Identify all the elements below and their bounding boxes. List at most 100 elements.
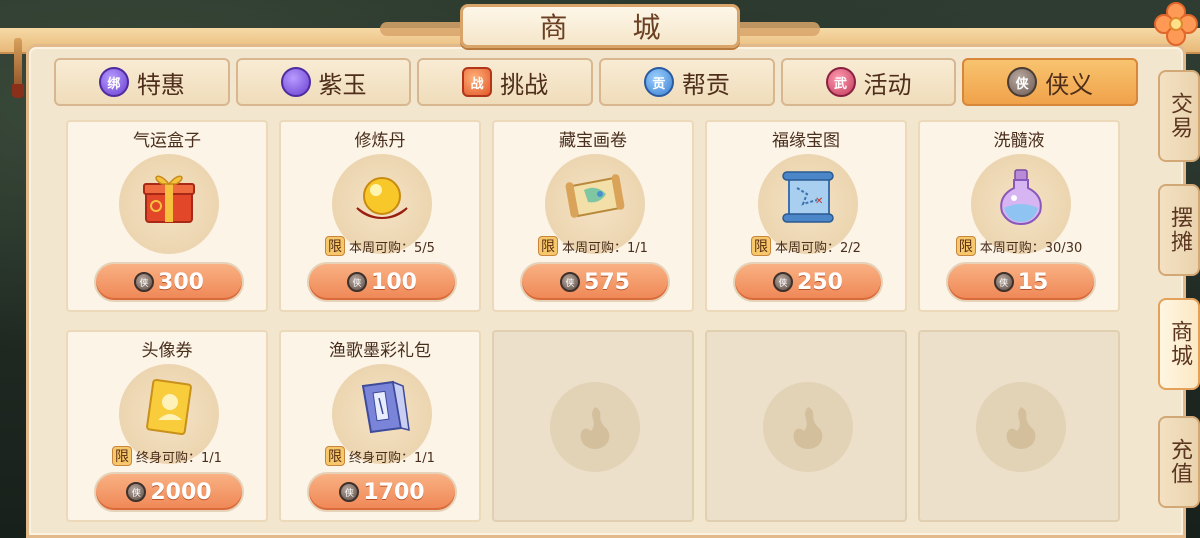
avatar-ticket-icon	[146, 378, 192, 436]
empty-slot-emblem	[976, 382, 1066, 472]
tassel-decoration	[12, 38, 24, 98]
item-name: 气运盒子	[133, 131, 201, 151]
chivalry-coin-icon: 侠	[134, 272, 155, 292]
purchase-limit: 限 本周可购：5/5	[281, 236, 479, 256]
purchase-limit: 限 本周可购：30/30	[920, 236, 1118, 256]
purple-orb-icon: 绑	[98, 67, 129, 97]
item-name: 头像券	[141, 341, 193, 361]
side-tab-recharge[interactable]: 充值	[1158, 416, 1200, 508]
purchase-limit: 限 终身可购：1/1	[281, 446, 479, 466]
side-nav: 交易 摆摊 商城 充值	[1158, 70, 1200, 538]
tab-label: 帮贡	[681, 70, 730, 99]
chivalry-coin-icon: 侠	[347, 272, 368, 292]
page-title: 商 城	[539, 11, 689, 44]
item-name: 修炼丹	[354, 131, 406, 151]
buy-button[interactable]: 侠 300	[94, 262, 244, 302]
tab-label: 挑战	[500, 70, 549, 99]
tab-huodong[interactable]: 武 活动	[780, 58, 957, 106]
limit-text: 本周可购：5/5	[349, 240, 435, 256]
shop-item-card[interactable]: 藏宝画卷 限 本周可购：1/1 侠 575	[492, 120, 694, 312]
item-name: 渔歌墨彩礼包	[329, 341, 431, 361]
buy-button[interactable]: 侠 2000	[94, 472, 244, 512]
item-name: 藏宝画卷	[559, 131, 627, 151]
tab-label: 活动	[863, 70, 912, 99]
item-name: 福缘宝图	[772, 131, 840, 151]
item-grid: 气运盒子 侠 300 修炼丹 限 本周可购：5/5 侠 100 藏宝画卷 限 本…	[64, 120, 1120, 524]
buy-button[interactable]: 侠 250	[733, 262, 883, 302]
empty-slot	[492, 330, 694, 522]
item-price: 300	[158, 269, 204, 295]
chivalry-coin-icon: 侠	[1007, 67, 1038, 97]
guild-shield-icon: 贡	[643, 67, 674, 97]
side-tab-shop[interactable]: 商城	[1158, 298, 1200, 390]
blue-map-icon: ✕	[782, 171, 834, 223]
shop-item-card[interactable]: 渔歌墨彩礼包 限 终身可购：1/1 侠 1700	[279, 330, 481, 522]
limit-badge: 限	[751, 236, 772, 256]
limit-badge: 限	[112, 446, 133, 466]
tab-xiayi[interactable]: 侠 侠义	[962, 58, 1139, 106]
chivalry-coin-icon: 侠	[339, 482, 360, 502]
cloud-ornament-right	[730, 22, 820, 36]
shop-item-card[interactable]: 福缘宝图 ✕ 限 本周可购：2/2 侠 250	[705, 120, 907, 312]
shop-item-card[interactable]: 洗髓液 限 本周可购：30/30 侠 15	[918, 120, 1120, 312]
side-tab-stall[interactable]: 摆摊	[1158, 184, 1200, 276]
purchase-limit: 限 本周可购：2/2	[707, 236, 905, 256]
close-button[interactable]	[1154, 2, 1198, 46]
chivalry-coin-icon: 侠	[560, 272, 581, 292]
flower-center	[1169, 17, 1183, 31]
limit-text: 终身可购：1/1	[349, 450, 435, 466]
category-tabs: 绑 特惠 紫玉 战 挑战 贡 帮贡 武 活动 侠 侠义	[54, 58, 1139, 106]
flame-emblem-icon	[580, 407, 610, 449]
tab-tehui[interactable]: 绑 特惠	[54, 58, 230, 106]
potion-bottle-icon	[1000, 169, 1042, 226]
item-name: 洗髓液	[993, 131, 1045, 151]
empty-slot-emblem	[550, 382, 640, 472]
buy-button[interactable]: 侠 100	[307, 262, 457, 302]
item-price: 100	[371, 269, 417, 295]
flame-emblem-icon	[1006, 407, 1036, 449]
buy-button[interactable]: 侠 15	[946, 262, 1096, 302]
chivalry-coin-icon: 侠	[126, 482, 147, 502]
buy-button[interactable]: 侠 1700	[307, 472, 457, 512]
item-price: 1700	[363, 479, 425, 505]
gift-box-icon	[143, 175, 195, 223]
shop-item-card[interactable]: 气运盒子 侠 300	[66, 120, 268, 312]
golden-pill-icon	[356, 177, 408, 220]
tab-tiaozhan[interactable]: 战 挑战	[417, 58, 594, 106]
title-plate: 商 城	[460, 4, 740, 48]
tab-label: 侠义	[1045, 70, 1094, 99]
chivalry-coin-icon: 侠	[773, 272, 794, 292]
empty-slot-emblem	[763, 382, 853, 472]
flame-emblem-icon	[793, 407, 823, 449]
limit-text: 本周可购：1/1	[562, 240, 648, 256]
purple-orb-icon	[280, 67, 311, 97]
shop-item-card[interactable]: 修炼丹 限 本周可购：5/5 侠 100	[279, 120, 481, 312]
cloud-ornament-left	[380, 22, 470, 36]
book-pack-icon	[361, 380, 410, 434]
purchase-limit: 限 终身可购：1/1	[68, 446, 266, 466]
buy-button[interactable]: 侠 575	[520, 262, 670, 302]
limit-badge: 限	[325, 446, 346, 466]
empty-slot	[918, 330, 1120, 522]
side-tab-trade[interactable]: 交易	[1158, 70, 1200, 162]
limit-badge: 限	[538, 236, 559, 256]
limit-text: 终身可购：1/1	[136, 450, 222, 466]
limit-badge: 限	[955, 236, 976, 256]
tab-label: 紫玉	[318, 70, 367, 99]
chivalry-coin-icon: 侠	[993, 272, 1014, 292]
challenge-badge-icon: 战	[462, 67, 493, 97]
purchase-limit: 限 本周可购：1/1	[494, 236, 692, 256]
shop-item-card[interactable]: 头像券 限 终身可购：1/1 侠 2000	[66, 330, 268, 522]
event-badge-icon: 武	[825, 67, 856, 97]
item-price: 15	[1017, 269, 1049, 295]
treasure-scroll-icon	[565, 174, 625, 218]
limit-text: 本周可购：2/2	[775, 240, 861, 256]
item-price: 250	[797, 269, 843, 295]
tab-banggong[interactable]: 贡 帮贡	[599, 58, 775, 106]
item-price: 2000	[150, 479, 212, 505]
empty-slot	[705, 330, 907, 522]
svg-text:✕: ✕	[815, 196, 823, 207]
tab-label: 特惠	[136, 70, 185, 99]
item-price: 575	[584, 269, 630, 295]
tab-ziyu[interactable]: 紫玉	[235, 58, 412, 106]
